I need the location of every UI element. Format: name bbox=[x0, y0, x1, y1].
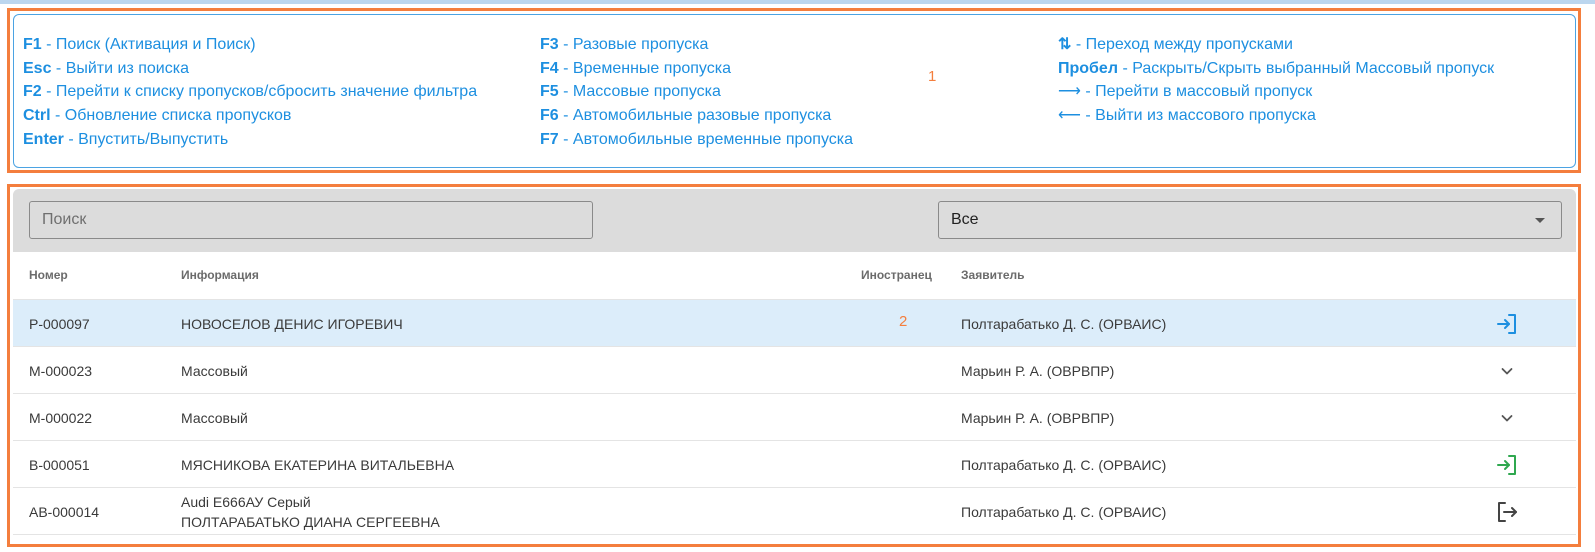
shortcut-help-panel: F1 - Поиск (Активация и Поиск) Esc - Вый… bbox=[13, 14, 1576, 168]
pass-info: НОВОСЕЛОВ ДЕНИС ИГОРЕВИЧ bbox=[181, 300, 403, 347]
shortcut-key: F4 bbox=[540, 59, 559, 77]
shortcut-desc: - Обновление списка пропусков bbox=[50, 107, 292, 125]
row-action-button[interactable] bbox=[1493, 300, 1521, 347]
shortcut-desc: - Поиск (Активация и Поиск) bbox=[41, 36, 256, 53]
shortcut-key: F3 bbox=[540, 36, 559, 53]
passes-table: Номер Информация Иностранец Заявитель Р-… bbox=[13, 252, 1576, 544]
enter-icon bbox=[1495, 312, 1519, 336]
shortcut-key: F6 bbox=[540, 107, 559, 125]
table-row[interactable]: М-000022 Массовый Марьин Р. А. (ОВРВПР) bbox=[13, 394, 1576, 441]
shortcut-desc: - Разовые пропуска bbox=[558, 36, 709, 53]
shortcut-line: ⟵ - Выйти из массового пропуска bbox=[1058, 104, 1494, 128]
shortcut-key: Ctrl bbox=[23, 107, 51, 125]
shortcut-line: Enter - Впустить/Выпустить bbox=[23, 128, 477, 152]
header-foreigner[interactable]: Иностранец bbox=[861, 252, 932, 299]
shortcut-key: Enter bbox=[23, 130, 64, 148]
shortcut-line: Ctrl - Обновление списка пропусков bbox=[23, 104, 477, 128]
row-action-button[interactable] bbox=[1493, 347, 1521, 394]
enter-icon bbox=[1495, 453, 1519, 477]
shortcut-line: F6 - Автомобильные разовые пропуска bbox=[540, 104, 853, 128]
shortcut-column-3: ⇅ - Переход между пропусками Пробел - Ра… bbox=[1058, 33, 1494, 128]
annotation-number-2: 2 bbox=[899, 313, 908, 330]
pass-info-line1: Массовый bbox=[181, 362, 248, 379]
dropdown-arrow-icon bbox=[1535, 218, 1545, 223]
pass-info-line1: Audi Е666АУ Серый bbox=[181, 493, 311, 510]
exit-icon bbox=[1495, 500, 1519, 524]
pass-info: Audi Е666АУ Серый ПОЛТАРАБАТЬКО ДИАНА СЕ… bbox=[181, 488, 440, 535]
pass-applicant: Марьин Р. А. (ОВРВПР) bbox=[961, 362, 1115, 379]
pass-applicant: Полтарабатько Д. С. (ОРВАИС) bbox=[961, 315, 1167, 332]
shortcut-desc: - Раскрыть/Скрыть выбранный Массовый про… bbox=[1118, 59, 1495, 77]
shortcut-column-1: F1 - Поиск (Активация и Поиск) Esc - Вый… bbox=[23, 33, 477, 151]
shortcut-key: F2 bbox=[23, 83, 42, 101]
shortcut-key: Esc bbox=[23, 59, 52, 77]
pass-info-line1: НОВОСЕЛОВ ДЕНИС ИГОРЕВИЧ bbox=[181, 315, 403, 332]
shortcut-desc: - Автомобильные временные пропуска bbox=[558, 130, 854, 148]
pass-info: Массовый bbox=[181, 347, 248, 394]
pass-number: АВ-000014 bbox=[29, 503, 100, 520]
shortcut-line: ⟶ - Перейти в массовый пропуск bbox=[1058, 80, 1494, 104]
shortcut-key: F7 bbox=[540, 130, 559, 148]
table-row[interactable]: АВ-000014 Audi Е666АУ Серый ПОЛТАРАБАТЬК… bbox=[13, 488, 1576, 535]
table-row[interactable]: М-000023 Массовый Марьин Р. А. (ОВРВПР) bbox=[13, 347, 1576, 394]
shortcut-line: F3 - Разовые пропуска bbox=[540, 33, 853, 57]
pass-type-selected-value: Все bbox=[951, 211, 979, 228]
shortcut-line: Esc - Выйти из поиска bbox=[23, 57, 477, 81]
shortcut-desc: - Перейти в массовый пропуск bbox=[1080, 83, 1313, 101]
pass-info-line2: ПОЛТАРАБАТЬКО ДИАНА СЕРГЕЕВНА bbox=[181, 513, 440, 530]
shortcut-line: F1 - Поиск (Активация и Поиск) bbox=[23, 33, 477, 57]
shortcut-column-2: F3 - Разовые пропуска F4 - Временные про… bbox=[540, 33, 853, 151]
shortcut-line: ⇅ - Переход между пропусками bbox=[1058, 33, 1494, 57]
shortcut-desc: - Выйти из массового пропуска bbox=[1080, 107, 1316, 125]
chevron-down-icon bbox=[1500, 411, 1514, 425]
table-header: Номер Информация Иностранец Заявитель bbox=[13, 252, 1576, 300]
shortcut-desc: - Автомобильные разовые пропуска bbox=[558, 107, 832, 125]
pass-number: Р-000097 bbox=[29, 315, 90, 332]
pass-applicant: Полтарабатько Д. С. (ОРВАИС) bbox=[961, 503, 1167, 520]
annotation-number-1: 1 bbox=[928, 68, 937, 85]
pass-number: М-000022 bbox=[29, 409, 93, 426]
shortcut-desc: - Временные пропуска bbox=[558, 59, 731, 77]
pass-info: МЯСНИКОВА ЕКАТЕРИНА ВИТАЛЬЕВНА bbox=[181, 441, 454, 488]
shortcut-desc: - Переход между пропусками bbox=[1071, 36, 1293, 53]
filter-bar: Все bbox=[13, 189, 1576, 252]
arrow-right-icon: ⟶ bbox=[1058, 83, 1081, 101]
shortcut-line: Пробел - Раскрыть/Скрыть выбранный Массо… bbox=[1058, 57, 1494, 81]
pass-info: Массовый bbox=[181, 394, 248, 441]
table-row[interactable]: В-000051 МЯСНИКОВА ЕКАТЕРИНА ВИТАЛЬЕВНА … bbox=[13, 441, 1576, 488]
top-strip bbox=[0, 0, 1595, 4]
table-row[interactable]: Р-000097 НОВОСЕЛОВ ДЕНИС ИГОРЕВИЧ Полтар… bbox=[13, 300, 1576, 347]
shortcut-desc: - Выйти из поиска bbox=[51, 59, 189, 77]
shortcut-line: F2 - Перейти к списку пропусков/сбросить… bbox=[23, 80, 477, 104]
shortcut-desc: - Перейти к списку пропусков/сбросить зн… bbox=[41, 83, 478, 101]
shortcut-key: F5 bbox=[540, 83, 559, 101]
shortcut-key: F1 bbox=[23, 36, 42, 53]
shortcut-key: Пробел bbox=[1058, 59, 1118, 77]
shortcut-desc: - Массовые пропуска bbox=[558, 83, 721, 101]
pass-applicant: Полтарабатько Д. С. (ОРВАИС) bbox=[961, 456, 1167, 473]
search-input[interactable] bbox=[29, 201, 593, 239]
pass-info-line1: МЯСНИКОВА ЕКАТЕРИНА ВИТАЛЬЕВНА bbox=[181, 456, 455, 473]
arrow-left-icon: ⟵ bbox=[1058, 107, 1081, 125]
shortcut-line: F4 - Временные пропуска bbox=[540, 57, 853, 81]
pass-type-select[interactable]: Все bbox=[938, 201, 1562, 239]
row-action-button[interactable] bbox=[1493, 394, 1521, 441]
header-applicant[interactable]: Заявитель bbox=[961, 252, 1025, 299]
shortcut-line: F7 - Автомобильные временные пропуска bbox=[540, 128, 853, 152]
row-action-button[interactable] bbox=[1493, 441, 1521, 488]
pass-number: В-000051 bbox=[29, 456, 90, 473]
header-info[interactable]: Информация bbox=[181, 252, 259, 299]
shortcut-line: F5 - Массовые пропуска bbox=[540, 80, 853, 104]
header-number[interactable]: Номер bbox=[29, 252, 68, 299]
pass-info-line1: Массовый bbox=[181, 409, 248, 426]
pass-number: М-000023 bbox=[29, 362, 93, 379]
row-action-button[interactable] bbox=[1493, 488, 1521, 535]
pass-applicant: Марьин Р. А. (ОВРВПР) bbox=[961, 409, 1115, 426]
chevron-down-icon bbox=[1500, 364, 1514, 378]
shortcut-desc: - Впустить/Выпустить bbox=[63, 130, 229, 148]
updown-arrows-icon: ⇅ bbox=[1058, 36, 1072, 53]
